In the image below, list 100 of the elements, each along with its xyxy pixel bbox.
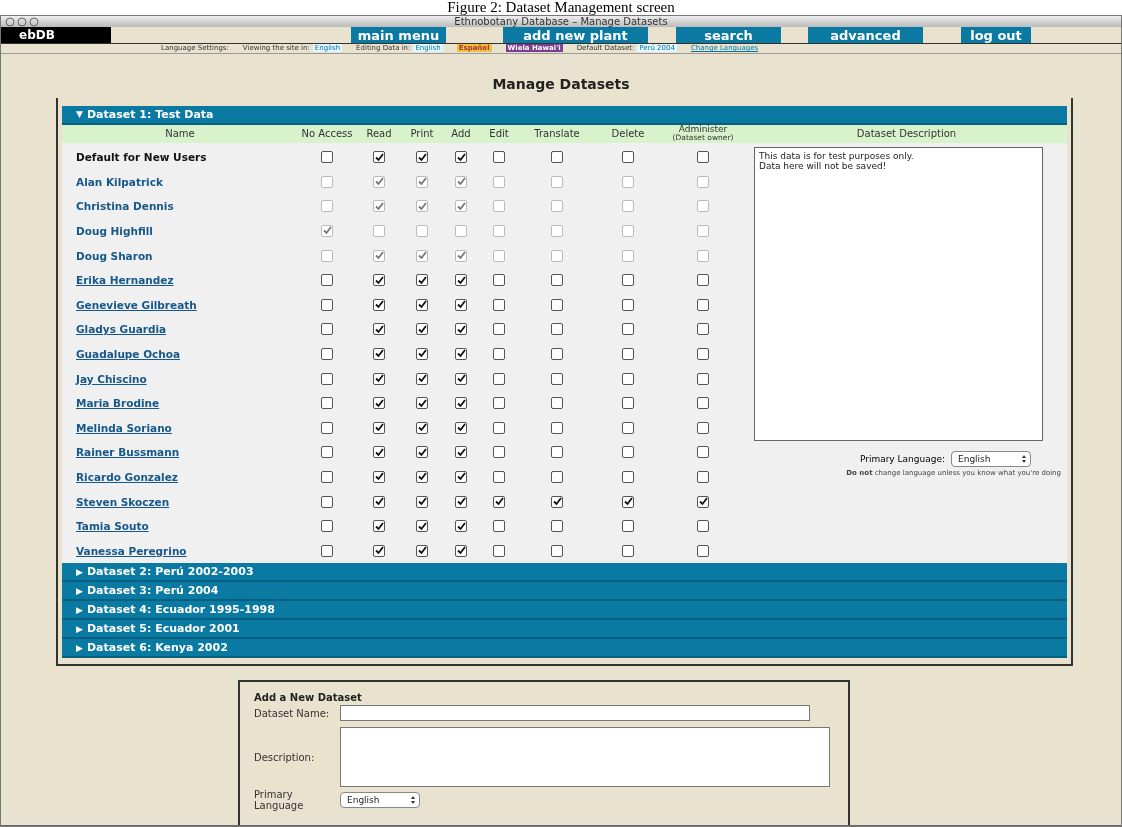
permission-checkbox[interactable] <box>697 323 709 336</box>
permission-checkbox[interactable] <box>697 421 709 434</box>
permission-checkbox[interactable] <box>493 544 505 557</box>
permission-checkbox[interactable] <box>622 298 634 311</box>
permission-checkbox[interactable] <box>551 446 563 459</box>
nav-button[interactable]: search <box>676 27 781 43</box>
permission-checkbox[interactable] <box>551 151 563 164</box>
permission-checkbox[interactable] <box>373 323 385 336</box>
language-select[interactable]: English <box>340 792 420 808</box>
permission-checkbox[interactable] <box>697 470 709 483</box>
permission-checkbox[interactable] <box>697 397 709 410</box>
permission-checkbox[interactable] <box>622 495 634 508</box>
permission-checkbox[interactable] <box>416 323 428 336</box>
permission-checkbox[interactable] <box>697 347 709 360</box>
permission-checkbox[interactable] <box>373 470 385 483</box>
permission-checkbox[interactable] <box>697 274 709 287</box>
permission-checkbox[interactable] <box>455 421 467 434</box>
permission-checkbox[interactable] <box>697 495 709 508</box>
permission-checkbox[interactable] <box>493 372 505 385</box>
permission-checkbox[interactable] <box>373 274 385 287</box>
permission-checkbox[interactable] <box>321 421 333 434</box>
permission-checkbox[interactable] <box>416 470 428 483</box>
permission-checkbox[interactable] <box>455 347 467 360</box>
permission-checkbox[interactable] <box>416 495 428 508</box>
permission-checkbox[interactable] <box>493 151 505 164</box>
permission-checkbox[interactable] <box>551 298 563 311</box>
permission-checkbox[interactable] <box>321 274 333 287</box>
user-link[interactable]: Guadalupe Ochoa <box>62 347 298 360</box>
permission-checkbox[interactable] <box>697 520 709 533</box>
permission-checkbox[interactable] <box>493 274 505 287</box>
permission-checkbox[interactable] <box>321 298 333 311</box>
permission-checkbox[interactable] <box>622 151 634 164</box>
dataset-header[interactable]: ▶ Dataset 6: Kenya 2002 <box>62 639 1067 658</box>
user-link[interactable]: Genevieve Gilbreath <box>62 298 298 311</box>
nav-button[interactable]: log out <box>961 27 1031 43</box>
permission-checkbox[interactable] <box>622 544 634 557</box>
dataset-header[interactable]: ▼ Dataset 1: Test Data <box>62 105 1067 125</box>
permission-checkbox[interactable] <box>622 446 634 459</box>
permission-checkbox[interactable] <box>416 347 428 360</box>
permission-checkbox[interactable] <box>551 470 563 483</box>
permission-checkbox[interactable] <box>455 372 467 385</box>
permission-checkbox[interactable] <box>373 151 385 164</box>
permission-checkbox[interactable] <box>321 347 333 360</box>
permission-checkbox[interactable] <box>551 372 563 385</box>
nav-button[interactable]: main menu <box>351 27 446 43</box>
permission-checkbox[interactable] <box>416 446 428 459</box>
permission-checkbox[interactable] <box>622 372 634 385</box>
permission-checkbox[interactable] <box>697 544 709 557</box>
permission-checkbox[interactable] <box>697 298 709 311</box>
user-link[interactable]: Vanessa Peregrino <box>62 544 298 557</box>
permission-checkbox[interactable] <box>455 323 467 336</box>
permission-checkbox[interactable] <box>321 520 333 533</box>
permission-checkbox[interactable] <box>622 274 634 287</box>
user-link[interactable]: Steven Skoczen <box>62 495 298 508</box>
dataset-header[interactable]: ▶ Dataset 5: Ecuador 2001 <box>62 620 1067 639</box>
permission-checkbox[interactable] <box>697 372 709 385</box>
permission-checkbox[interactable] <box>321 323 333 336</box>
permission-checkbox[interactable] <box>373 372 385 385</box>
permission-checkbox[interactable] <box>455 495 467 508</box>
user-link[interactable]: Melinda Soriano <box>62 421 298 434</box>
permission-checkbox[interactable] <box>321 470 333 483</box>
permission-checkbox[interactable] <box>622 520 634 533</box>
permission-checkbox[interactable] <box>455 298 467 311</box>
permission-checkbox[interactable] <box>455 397 467 410</box>
permission-checkbox[interactable] <box>416 274 428 287</box>
permission-checkbox[interactable] <box>416 151 428 164</box>
permission-checkbox[interactable] <box>493 397 505 410</box>
permission-checkbox[interactable] <box>551 520 563 533</box>
dataset-header[interactable]: ▶ Dataset 4: Ecuador 1995-1998 <box>62 601 1067 620</box>
permission-checkbox[interactable] <box>493 470 505 483</box>
permission-checkbox[interactable] <box>416 421 428 434</box>
dataset-header[interactable]: ▶ Dataset 3: Perú 2004 <box>62 582 1067 601</box>
permission-checkbox[interactable] <box>697 446 709 459</box>
permission-checkbox[interactable] <box>697 151 709 164</box>
permission-checkbox[interactable] <box>321 151 333 164</box>
permission-checkbox[interactable] <box>455 470 467 483</box>
permission-checkbox[interactable] <box>373 446 385 459</box>
permission-checkbox[interactable] <box>373 298 385 311</box>
permission-checkbox[interactable] <box>373 495 385 508</box>
window-controls-icon[interactable] <box>5 16 41 27</box>
permission-checkbox[interactable] <box>416 397 428 410</box>
user-link[interactable]: Gladys Guardia <box>62 323 298 336</box>
permission-checkbox[interactable] <box>493 347 505 360</box>
nav-button[interactable]: advanced <box>808 27 923 43</box>
permission-checkbox[interactable] <box>493 446 505 459</box>
permission-checkbox[interactable] <box>373 347 385 360</box>
permission-checkbox[interactable] <box>321 397 333 410</box>
permission-checkbox[interactable] <box>455 274 467 287</box>
dataset-header[interactable]: ▶ Dataset 2: Perú 2002-2003 <box>62 563 1067 582</box>
user-link[interactable]: Ricardo Gonzalez <box>62 470 298 483</box>
permission-checkbox[interactable] <box>416 298 428 311</box>
permission-checkbox[interactable] <box>493 298 505 311</box>
permission-checkbox[interactable] <box>416 372 428 385</box>
user-link[interactable]: Rainer Bussmann <box>62 446 298 459</box>
permission-checkbox[interactable] <box>493 323 505 336</box>
permission-checkbox[interactable] <box>373 520 385 533</box>
permission-checkbox[interactable] <box>622 421 634 434</box>
permission-checkbox[interactable] <box>551 323 563 336</box>
permission-checkbox[interactable] <box>622 470 634 483</box>
description-field[interactable]: This data is for test purposes only. Data here will not be saved! <box>754 146 1043 441</box>
